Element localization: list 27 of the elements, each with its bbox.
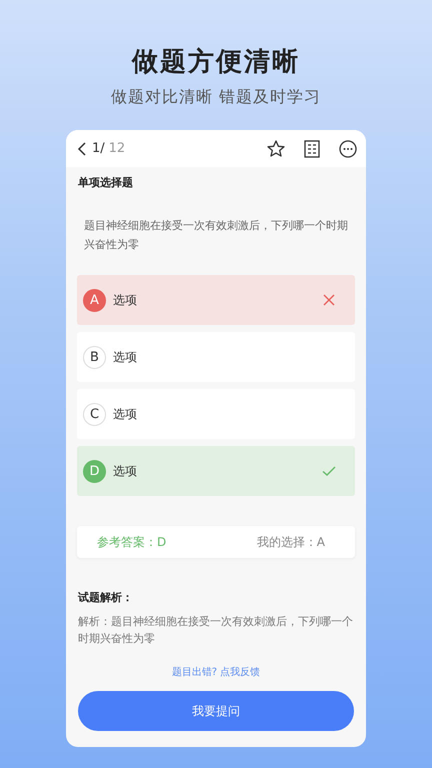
question-number: 1/ xyxy=(92,141,105,156)
answer-option[interactable]: B 选项 xyxy=(77,332,355,382)
reference-answer: 参考答案：D xyxy=(97,534,166,550)
option-text: 选项 xyxy=(113,348,137,366)
star-icon[interactable] xyxy=(266,138,286,158)
question-total: 12 xyxy=(108,141,126,156)
answer-option[interactable]: D 选项 xyxy=(77,446,355,496)
option-letter: A xyxy=(83,288,106,312)
option-letter: C xyxy=(83,402,106,426)
analysis-text: 解析：题目神经细胞在接受一次有效刺激后，下列哪一个时期兴奋性为零 xyxy=(78,614,354,647)
answer-sheet-icon[interactable] xyxy=(302,138,322,158)
more-icon[interactable] xyxy=(338,138,358,158)
option-letter: D xyxy=(83,460,106,482)
my-choice: 我的选择：A xyxy=(256,534,325,550)
answer-option[interactable]: C 选项 xyxy=(77,389,355,439)
option-letter: B xyxy=(83,346,106,368)
option-text: 选项 xyxy=(113,462,137,480)
ask-button[interactable]: 我要提问 xyxy=(78,691,354,731)
question-text: 题目神经细胞在接受一次有效刺激后，下列哪一个时期兴奋性为零 xyxy=(84,218,348,253)
subtitle: 做题对比清晰 错题及时学习 xyxy=(110,87,322,108)
answer-option[interactable]: A 选项 xyxy=(77,275,355,325)
question-type: 单项选择题 xyxy=(78,175,134,190)
option-text: 选项 xyxy=(113,292,137,308)
analysis-title: 试题解析： xyxy=(78,590,134,605)
headline: 做题方便清晰 xyxy=(132,46,300,79)
option-text: 选项 xyxy=(113,406,137,422)
cross-icon xyxy=(321,292,337,308)
